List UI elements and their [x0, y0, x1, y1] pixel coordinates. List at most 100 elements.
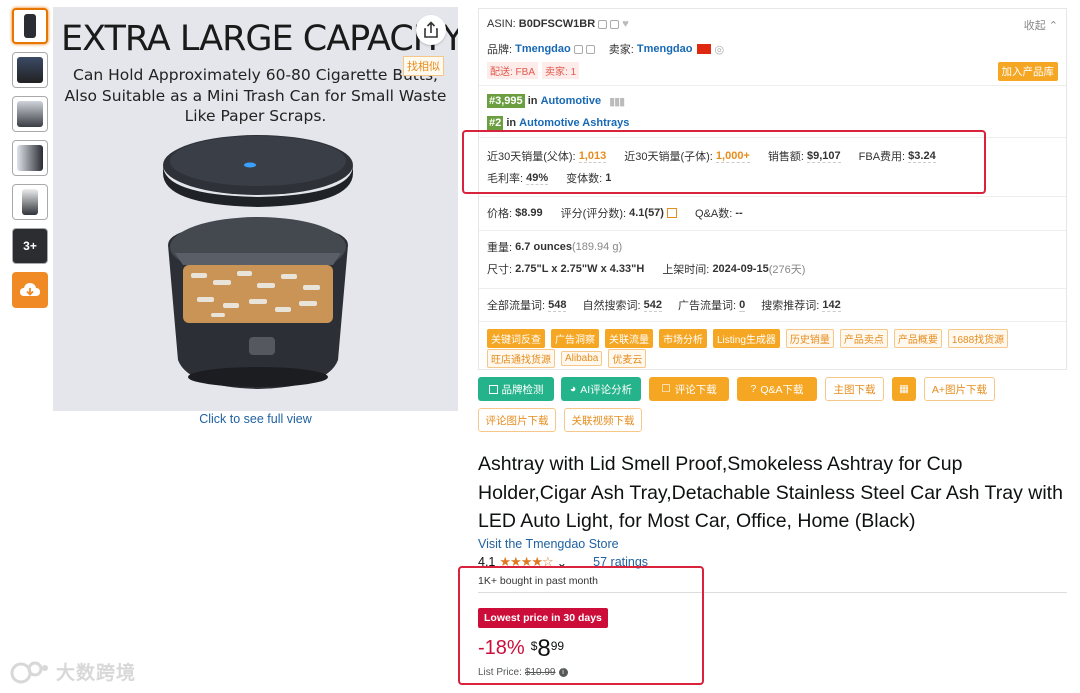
score-detail-icon[interactable]	[666, 208, 677, 218]
weight-value: 6.7 ounces	[515, 241, 572, 253]
price-label: 价格:	[487, 208, 513, 220]
main-image-download-label: 主图下载	[833, 383, 876, 396]
score-value: 4.1(57)	[629, 207, 664, 219]
bar-chart-icon[interactable]: ▮▮▮	[609, 95, 625, 108]
chip-history-sales[interactable]: 历史销量	[785, 329, 834, 348]
thumbnail-1[interactable]	[12, 8, 48, 44]
size-value: 2.75"L x 2.75"W x 4.33"H	[515, 263, 645, 275]
brand-check-button[interactable]: 品牌检测	[478, 377, 554, 401]
calculator-button[interactable]: ▦	[892, 377, 916, 401]
weight-label: 重量:	[487, 242, 513, 254]
find-similar-button[interactable]: 找相似	[403, 56, 444, 76]
image-subline-2: Also Suitable as a Mini Trash Can for Sm…	[64, 86, 447, 105]
chip-related-traffic[interactable]: 关联流量	[605, 329, 653, 348]
click-full-view-link[interactable]: Click to see full view	[53, 412, 458, 426]
seller-link[interactable]: Tmengdao	[637, 43, 693, 55]
chip-youmaiyun[interactable]: 优麦云	[608, 349, 647, 368]
weight-row: 重量: 6.7 ounces (189.94 g)	[487, 239, 622, 255]
qa-download-button[interactable]: ? Q&A下载	[737, 377, 817, 401]
related-video-download-button[interactable]: 关联视频下载	[564, 408, 642, 432]
ai-review-label: AI评论分析	[580, 383, 633, 396]
ashtray-illustration	[163, 135, 353, 389]
related-video-download-label: 关联视频下载	[571, 414, 635, 427]
brand-check-label: 品牌检测	[501, 383, 544, 396]
watermark-logo-icon	[10, 661, 48, 683]
listed-days: (276天)	[768, 264, 806, 276]
download-images-button[interactable]	[12, 272, 48, 308]
share-icon	[424, 21, 438, 38]
kw-organic-value[interactable]: 542	[643, 299, 662, 312]
collapse-button[interactable]: 收起 ⌃	[1024, 17, 1058, 33]
brand-link[interactable]: Tmengdao	[515, 43, 571, 55]
asin-row: ASIN: B0DFSCW1BR ♥	[487, 18, 629, 30]
fba-tag: 配送: FBA	[487, 62, 539, 79]
thumbnail-2[interactable]	[12, 52, 48, 88]
chevron-up-icon: ⌃	[1048, 20, 1058, 32]
score-label: 评分(评分数):	[560, 208, 627, 220]
main-image-download-button[interactable]: 主图下载	[825, 377, 884, 401]
kw-all-value[interactable]: 548	[548, 299, 567, 312]
thumbnail-5[interactable]	[12, 184, 48, 220]
kw-rec-value[interactable]: 142	[822, 299, 841, 312]
review-download-button[interactable]: ☐ 评论下载	[649, 377, 729, 401]
copy-icon[interactable]	[573, 44, 583, 54]
copy-icon[interactable]	[610, 19, 620, 29]
size-row: 尺寸: 2.75"L x 2.75"W x 4.33"H 上架时间: 2024-…	[487, 261, 805, 277]
brand-label: 品牌:	[487, 44, 513, 56]
review-images-download-button[interactable]: 评论图片下载	[478, 408, 556, 432]
brand-row: 品牌: Tmengdao 卖家: Tmengdao ◎	[487, 41, 724, 57]
chip-ad-insight[interactable]: 广告洞察	[551, 329, 599, 348]
chip-1688-source[interactable]: 1688找货源	[947, 329, 1009, 348]
highlight-box-price	[458, 566, 704, 685]
watermark: 大数跨境	[8, 658, 136, 685]
rank-category-link[interactable]: Automotive Ashtrays	[519, 117, 629, 129]
listed-value: 2024-09-15	[712, 263, 769, 275]
more-images-thumbnail[interactable]: 3+	[12, 228, 48, 264]
ai-review-button[interactable]: ◕ AI评论分析	[561, 377, 641, 401]
qa-download-label: Q&A下载	[760, 383, 804, 396]
qa-value: --	[735, 207, 743, 219]
a-plus-download-label: A+图片下载	[931, 383, 988, 396]
price-info-row: 价格: $8.99 评分(评分数): 4.1(57) Q&A数: --	[487, 205, 743, 221]
seller-count-tag: 卖家: 1	[542, 62, 580, 79]
share-button[interactable]	[416, 15, 446, 45]
pie-chart-icon: ◕	[569, 383, 577, 395]
seller-label: 卖家:	[608, 44, 634, 56]
thumbnail-4[interactable]	[12, 140, 48, 176]
highlight-box-sales	[462, 130, 986, 194]
keywords-row: 全部流量词: 548 自然搜索词: 542 广告流量词: 0 搜索推荐词: 14…	[487, 297, 841, 313]
rank-in-label: in	[527, 95, 538, 107]
qa-label: Q&A数:	[694, 208, 733, 220]
copy-icon[interactable]	[598, 19, 608, 29]
chip-keyword-reverse[interactable]: 关键词反查	[487, 329, 545, 348]
chip-listing-generator[interactable]: Listing生成器	[713, 329, 780, 348]
tool-chips-row-2: 旺店通找货源 Alibaba 优麦云	[487, 349, 652, 368]
image-subline: Can Hold Approximately 60-80 Cigarette B…	[53, 65, 458, 127]
chip-selling-points[interactable]: 产品卖点	[839, 329, 888, 348]
asin-value: B0DFSCW1BR	[518, 18, 596, 30]
main-product-image[interactable]: EXTRA LARGE CAPACITY Can Hold Approximat…	[53, 7, 458, 411]
image-subline-1: Can Hold Approximately 60-80 Cigarette B…	[73, 66, 438, 84]
price-value: $8.99	[515, 207, 543, 219]
size-label: 尺寸:	[487, 264, 513, 276]
a-plus-download-button[interactable]: A+图片下载	[924, 377, 995, 401]
rank-category-link[interactable]: Automotive	[541, 95, 602, 107]
external-link-icon[interactable]	[585, 44, 595, 54]
kw-ad-value[interactable]: 0	[739, 299, 746, 312]
thumbnail-strip: 3+	[12, 8, 50, 316]
chip-wdt-source[interactable]: 旺店通找货源	[487, 349, 555, 368]
chip-market-analysis[interactable]: 市场分析	[659, 329, 707, 348]
image-subline-3: Like Paper Scraps.	[184, 107, 327, 125]
weight-grams: (189.94 g)	[571, 241, 623, 253]
location-icon[interactable]: ◎	[715, 43, 725, 56]
thumbnail-3[interactable]	[12, 96, 48, 132]
more-images-label: 3+	[23, 239, 37, 253]
delivery-row: 配送: FBA 卖家: 1	[487, 62, 583, 79]
chip-alibaba[interactable]: Alibaba	[561, 351, 603, 366]
listed-label: 上架时间:	[662, 264, 710, 276]
chip-product-summary[interactable]: 产品概要	[893, 329, 942, 348]
add-to-library-button[interactable]: 加入产品库	[997, 62, 1058, 81]
visit-store-link[interactable]: Visit the Tmengdao Store	[478, 537, 619, 551]
heart-icon[interactable]: ♥	[622, 18, 629, 30]
kw-ad-label: 广告流量词:	[677, 300, 737, 312]
